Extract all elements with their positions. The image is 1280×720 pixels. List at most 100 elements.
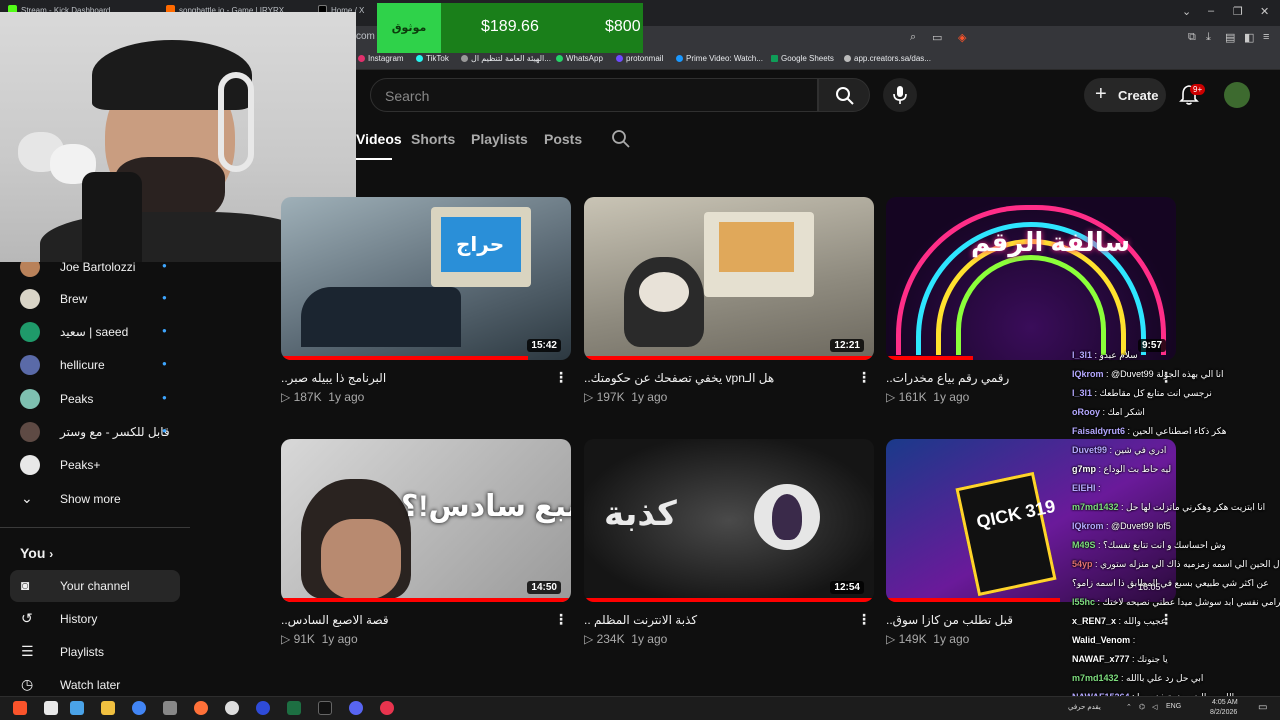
bookmark-creators[interactable]: app.creators.sa/das... xyxy=(844,54,931,63)
file-explorer-icon[interactable] xyxy=(101,701,115,715)
bookmark-protonmail[interactable]: protonmail xyxy=(616,54,663,63)
video-title[interactable]: هل الـvpn يخفي تصفحك عن حكومتك.. xyxy=(584,371,854,385)
chat-text: رامي نفسي ابد سوشل ميدا عطني نصيحه لاختك xyxy=(1102,597,1280,607)
clock-time[interactable]: 4:05 AM xyxy=(1212,699,1238,706)
menu-icon[interactable]: ≡ xyxy=(1263,31,1269,43)
chat-username[interactable]: 54yp xyxy=(1072,559,1093,569)
calendar-icon[interactable] xyxy=(70,701,84,715)
view-count: 234K xyxy=(596,632,625,646)
chat-username[interactable]: m7md1432 xyxy=(1072,673,1119,683)
windows-start-icon[interactable] xyxy=(44,701,58,715)
create-label: Create xyxy=(1118,88,1159,103)
sidebar-item-subscription[interactable]: قابل للكسر - مع وستر ● xyxy=(10,416,180,448)
maximize-icon[interactable]: ❐ xyxy=(1233,5,1243,18)
brave-icon[interactable] xyxy=(13,701,27,715)
show-more-button[interactable]: ⌄ Show more xyxy=(10,483,180,515)
zoom-icon[interactable]: ⌕ xyxy=(910,31,916,44)
sidebar-item-subscription[interactable]: Brew ● xyxy=(10,283,180,315)
bookmark-google-sheets[interactable]: Google Sheets xyxy=(771,54,834,63)
video-title[interactable]: قصة الاصبع السادس.. xyxy=(281,613,551,627)
more-options-icon[interactable]: ⋮ xyxy=(554,369,568,386)
chevron-down-icon[interactable]: ⌄ xyxy=(1182,5,1191,18)
sidebar-icon[interactable]: ◧ xyxy=(1244,31,1254,44)
chat-username[interactable]: EIEHI xyxy=(1072,483,1096,493)
video-title[interactable]: كذبة الانترنت المظلم .. xyxy=(584,613,854,627)
more-options-icon[interactable]: ⋮ xyxy=(554,611,568,628)
sidebar-item-subscription[interactable]: hellicure ● xyxy=(10,349,180,381)
app-icon[interactable] xyxy=(380,701,394,715)
video-thumbnail[interactable]: سالفة الرقم 9:57 xyxy=(886,197,1176,360)
video-thumbnail[interactable]: حراج 15:42 xyxy=(281,197,571,360)
chat-username[interactable]: l55hc xyxy=(1072,597,1095,607)
wallet-icon[interactable]: ▤ xyxy=(1225,31,1235,44)
tab-videos[interactable]: Videos xyxy=(356,131,402,147)
chat-username[interactable]: Faisaldyrut6 xyxy=(1072,426,1125,436)
chrome-icon[interactable] xyxy=(132,701,146,715)
brave-shield-icon[interactable]: ◈ xyxy=(958,31,966,44)
upload-age: 1y ago xyxy=(631,390,668,404)
chat-username[interactable]: Duvet99 xyxy=(1072,445,1107,455)
chat-username[interactable]: IQkrom xyxy=(1072,521,1104,531)
you-section-heading[interactable]: You › xyxy=(20,545,53,561)
firefox-icon[interactable] xyxy=(194,701,208,715)
video-title[interactable]: البرنامج ذا يبيله صبر.. xyxy=(281,371,551,385)
close-icon[interactable]: ✕ xyxy=(1260,5,1269,18)
app-icon[interactable] xyxy=(163,701,177,715)
chat-username[interactable]: M49S xyxy=(1072,540,1096,550)
more-options-icon[interactable]: ⋮ xyxy=(857,611,871,628)
chat-username[interactable]: g7mp xyxy=(1072,464,1096,474)
network-icon[interactable]: ⌬ xyxy=(1139,703,1145,711)
chat-message: Walid_Venom : xyxy=(1072,635,1135,645)
excel-icon[interactable] xyxy=(287,701,301,715)
bookmark-whatsapp[interactable]: WhatsApp xyxy=(556,54,603,63)
notification-center-icon[interactable]: ▭ xyxy=(1258,702,1267,713)
sidebar-item-subscription[interactable]: سعيد | saeed ● xyxy=(10,316,180,348)
clock-date[interactable]: 8/2/2026 xyxy=(1210,709,1237,716)
sidebar-item-subscription[interactable]: Peaks+ xyxy=(10,449,180,481)
sidebar-item-playlists[interactable]: ☰ Playlists xyxy=(10,636,180,668)
video-thumbnail[interactable]: 12:21 xyxy=(584,197,874,360)
chat-username[interactable]: IQkrom xyxy=(1072,369,1104,379)
chat-username[interactable]: oRooy xyxy=(1072,407,1100,417)
bookmark-instagram[interactable]: Instagram xyxy=(358,54,404,63)
volume-icon[interactable]: ◁ xyxy=(1152,703,1157,711)
search-icon[interactable] xyxy=(611,129,631,149)
app-icon[interactable] xyxy=(256,701,270,715)
cast-icon[interactable]: ▭ xyxy=(932,31,942,44)
url-text[interactable]: com xyxy=(356,31,375,42)
search-input[interactable]: Search xyxy=(370,78,818,112)
video-thumbnail[interactable]: أصبع سادس!؟ 14:50 xyxy=(281,439,571,602)
create-button[interactable]: + Create xyxy=(1084,78,1166,112)
chevron-up-icon[interactable]: ⌃ xyxy=(1126,703,1132,711)
tab-shorts[interactable]: Shorts xyxy=(411,131,455,147)
download-icon[interactable]: ⤓ xyxy=(1206,31,1211,44)
bookmark-gov[interactable]: الهيئة العامة لتنظيم ال... xyxy=(461,54,551,63)
bookmark-prime-video[interactable]: Prime Video: Watch... xyxy=(676,54,763,63)
minimize-icon[interactable]: – xyxy=(1208,5,1214,17)
capcut-icon[interactable] xyxy=(318,701,332,715)
tab-posts[interactable]: Posts xyxy=(544,131,582,147)
sidebar-item-subscription[interactable]: Peaks ● xyxy=(10,383,180,415)
channel-avatar xyxy=(20,389,40,409)
discord-icon[interactable] xyxy=(349,701,363,715)
bookmark-tiktok[interactable]: TikTok xyxy=(416,54,449,63)
chat-username[interactable]: l_3l1 xyxy=(1072,388,1092,398)
chat-username[interactable]: NAWAF_x777 xyxy=(1072,654,1130,664)
video-thumbnail[interactable]: كذبة 12:54 xyxy=(584,439,874,602)
obs-icon[interactable] xyxy=(225,701,239,715)
chat-username[interactable]: Walid_Venom xyxy=(1072,635,1130,645)
chat-username[interactable]: m7md1432 xyxy=(1072,502,1119,512)
ime-indicator[interactable]: يقدم حرفي xyxy=(1068,703,1101,711)
avatar[interactable] xyxy=(1224,82,1250,108)
extensions-icon[interactable]: ⧉ xyxy=(1188,31,1196,44)
plus-icon: + xyxy=(1095,83,1107,105)
language-indicator[interactable]: ENG xyxy=(1166,703,1181,710)
more-options-icon[interactable]: ⋮ xyxy=(857,369,871,386)
sidebar-item-your-channel[interactable]: ◙ Your channel xyxy=(10,570,180,602)
search-button[interactable] xyxy=(818,78,870,112)
voice-search-button[interactable] xyxy=(883,78,917,112)
tab-playlists[interactable]: Playlists xyxy=(471,131,528,147)
chat-username[interactable]: l_3l1 xyxy=(1072,350,1092,360)
chat-username[interactable]: x_REN7_x xyxy=(1072,616,1116,626)
sidebar-item-history[interactable]: ↺ History xyxy=(10,603,180,635)
